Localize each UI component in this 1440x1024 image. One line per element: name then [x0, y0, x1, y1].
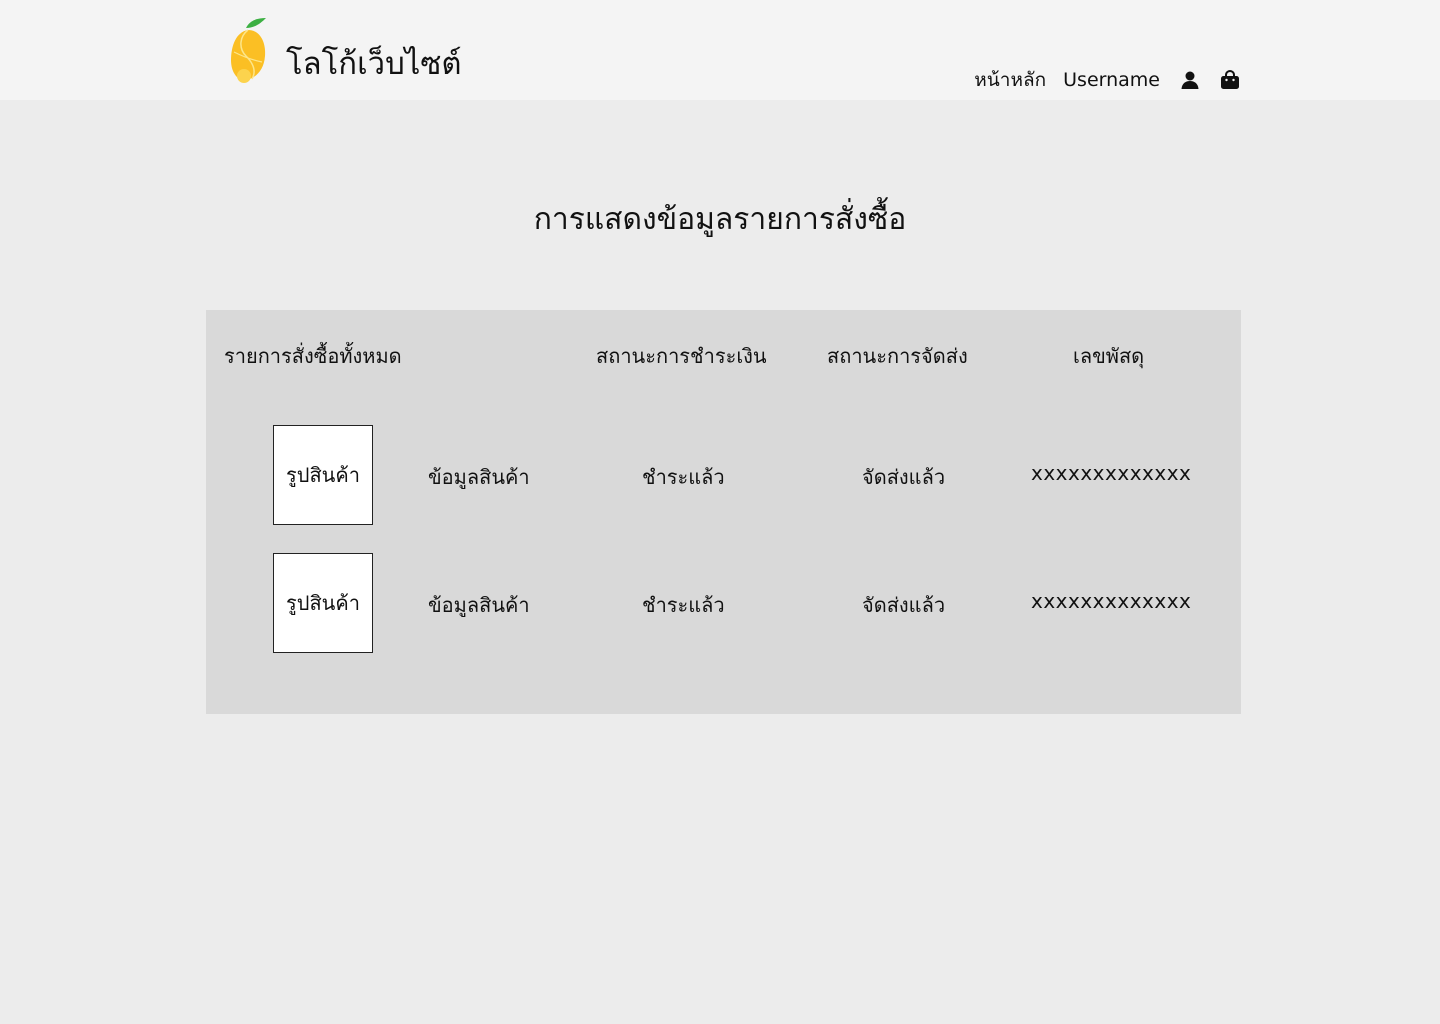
- shopping-bag-icon[interactable]: [1220, 70, 1240, 90]
- tracking-number: xxxxxxxxxxxxx: [1031, 589, 1192, 613]
- shipping-status: จัดส่งแล้ว: [862, 465, 946, 489]
- site-header: โลโก้เว็บไซต์ หน้าหลัก Username: [0, 0, 1440, 100]
- logo[interactable]: [226, 16, 270, 86]
- page-title: การแสดงข้อมูลรายการสั่งซื้อ: [533, 202, 907, 237]
- table-row[interactable]: รูปสินค้า ข้อมูลสินค้า ชำระแล้ว จัดส่งแล…: [206, 553, 1241, 653]
- logo-text[interactable]: โลโก้เว็บไซต์: [286, 38, 462, 88]
- product-info[interactable]: ข้อมูลสินค้า: [428, 589, 530, 621]
- nav-username-link[interactable]: Username: [1063, 69, 1160, 91]
- user-icon[interactable]: [1180, 70, 1200, 90]
- top-nav: หน้าหลัก Username: [974, 64, 1240, 96]
- shipping-status: จัดส่งแล้ว: [862, 593, 946, 617]
- product-image[interactable]: รูปสินค้า: [273, 553, 373, 653]
- payment-status: ชำระแล้ว: [642, 465, 725, 489]
- product-image[interactable]: รูปสินค้า: [273, 425, 373, 525]
- tracking-number: xxxxxxxxxxxxx: [1031, 461, 1192, 485]
- table-row[interactable]: รูปสินค้า ข้อมูลสินค้า ชำระแล้ว จัดส่งแล…: [206, 425, 1241, 525]
- nav-home-link[interactable]: หน้าหลัก: [974, 65, 1046, 95]
- header-all-orders: รายการสั่งซื้อทั้งหมด: [224, 344, 402, 368]
- header-payment-status: สถานะการชำระเงิน: [596, 344, 767, 368]
- header-shipping-status: สถานะการจัดส่ง: [827, 344, 968, 368]
- orders-table: รายการสั่งซื้อทั้งหมด สถานะการชำระเงิน ส…: [206, 310, 1241, 714]
- mango-logo-icon: [231, 18, 266, 83]
- header-tracking-number: เลขพัสดุ: [1073, 344, 1145, 368]
- product-info[interactable]: ข้อมูลสินค้า: [428, 461, 530, 493]
- payment-status: ชำระแล้ว: [642, 593, 725, 617]
